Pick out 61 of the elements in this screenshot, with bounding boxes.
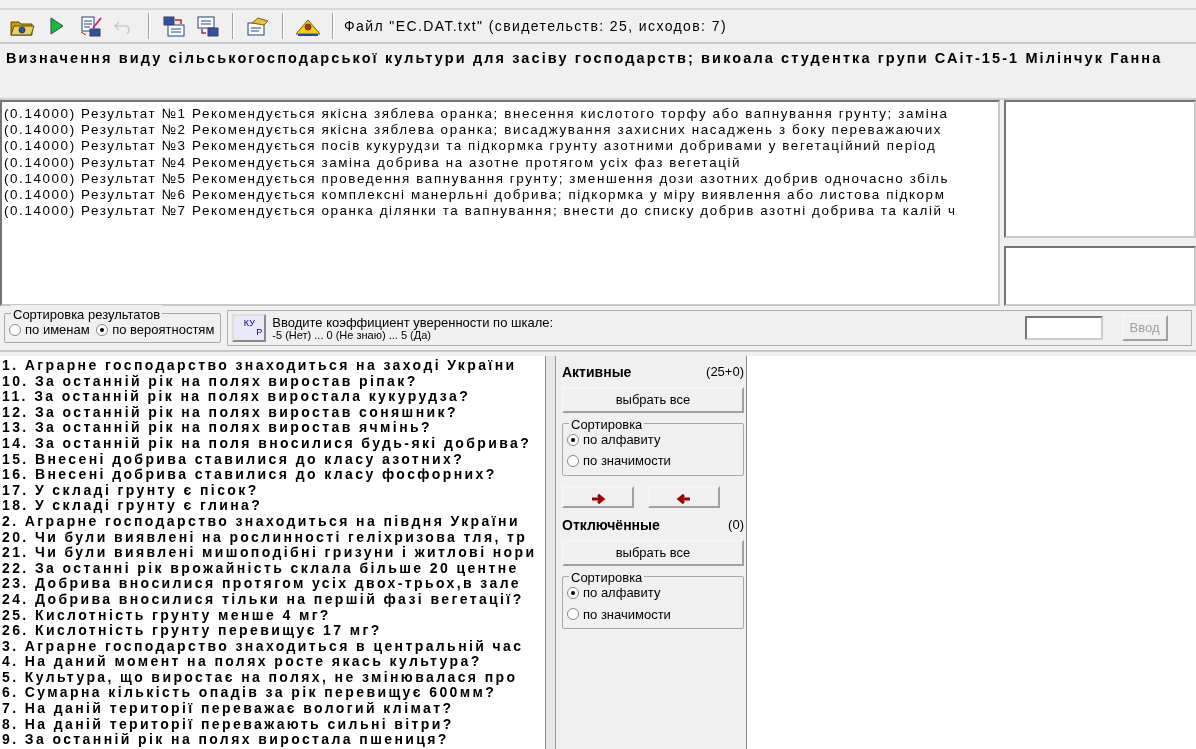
question-item[interactable]: 17. У складі грунту є пісок? [2, 482, 545, 499]
result-item[interactable]: (0.14000) Результат №3 Рекомендується посів кукурудзи та підкормка грунту азотними добривами у вегетаційний період [4, 138, 996, 155]
save-import-icon[interactable] [194, 14, 222, 38]
radio-button[interactable] [567, 587, 579, 599]
group-title: Отключённые [562, 516, 660, 536]
question-item[interactable]: 1. Аграрне господарство знаходиться на заході України [2, 358, 545, 374]
select-all-button[interactable]: выбрать все [562, 387, 744, 413]
count-label: (25+0) [706, 363, 744, 381]
document-title: Визначення виду сільськогосподарської культури для засіву господарств; викоала студентка групи САіт-15-1 Мілінчук Ганна [6, 49, 1164, 68]
select-all-button[interactable]: выбрать все [562, 540, 744, 566]
confidence-input[interactable] [1024, 316, 1103, 340]
question-item[interactable]: 16. Внесені добрива ставилися до класу фосфорних? [2, 467, 545, 483]
questions-list[interactable] [0, 356, 546, 749]
result-item[interactable]: (0.14000) Результат №4 Рекомендується заміна добрива на азотне протягом усіх фаз вегетацій [4, 154, 996, 171]
question-item[interactable]: 20. Чи були виявлені на рослинності геліхризова тля, тр [2, 529, 545, 546]
question-item[interactable]: 18. У складі грунту є глина? [2, 498, 545, 514]
question-item[interactable]: 2. Аграрне господарство знаходиться на півдня України [2, 513, 545, 530]
radio-label: по вероятностям [112, 322, 215, 340]
question-item[interactable]: 6. Сумарна кількість опадів за рік перевищує 600мм? [2, 685, 545, 702]
radio-label: по алфавиту [583, 432, 661, 449]
radio-button[interactable] [96, 324, 109, 336]
result-item[interactable]: (0.14000) Результат №2 Рекомендується якісна зяблева оранка; висаджування захисних насаджень з боку переважаючих [4, 122, 996, 139]
question-item[interactable]: 23. Добрива вносилися протягом усіх двох-трьох,в зале [2, 576, 545, 592]
result-item[interactable]: (0.14000) Результат №1 Рекомендується якісна зяблева оранка; внесення кислотого торфу або вапнування грунту; заміна [4, 106, 996, 123]
radio-label: по алфавиту [583, 585, 661, 603]
question-item[interactable]: 25. Кислотність грунту менше 4 мг? [2, 607, 545, 624]
question-item[interactable]: 14. За останній рік на поля вносилися будь-які добрива? [2, 435, 545, 452]
question-item[interactable]: 4. На даний момент на полях росте якась культура? [2, 654, 545, 670]
radio-label: по значимости [583, 605, 671, 624]
question-item[interactable]: 22. За останні рік врожайність склала більше 20 центне [2, 560, 545, 577]
question-item[interactable]: 13. За останній рік на полях виростав ячмінь? [2, 420, 545, 436]
radio-button[interactable] [567, 455, 579, 467]
radio-button[interactable] [9, 324, 21, 336]
question-item[interactable]: 3. Аграрне господарство знаходиться в центральній час [2, 638, 545, 655]
question-item[interactable]: 21. Чи були виявлені мишоподібні гризуни і житлові нори [2, 545, 545, 561]
count-label: (0) [728, 516, 744, 535]
result-item[interactable]: (0.14000) Результат №7 Рекомендується оранка ділянки та вапнування; внести до списку добрив азотні добрива та калій ч [4, 203, 996, 220]
confidence-scale: -5 (Нет) ... 0 (Не знаю) ... 5 (Да) [272, 328, 431, 341]
radio-label: по значимости [583, 452, 671, 471]
scrollbar[interactable] [546, 356, 556, 749]
radio-label: по именам [25, 322, 90, 340]
file-info-label: Файл "EC.DAT.txt" (свидетельств: 25, исходов: 7) [344, 16, 727, 36]
results-list[interactable] [0, 100, 1000, 306]
question-item[interactable]: 7. На даній території переважає вологий клімат? [2, 701, 545, 717]
question-item[interactable]: 5. Культура, що виростає на полях, не змінювалася про [2, 669, 545, 686]
question-item[interactable]: 11. За останній рік на полях виростала кукурудза? [2, 389, 545, 405]
question-item[interactable]: 8. На даній території переважають сильні вітри? [2, 716, 545, 733]
question-item[interactable]: 15. Внесені добрива ставилися до класу азотних? [2, 451, 545, 468]
confidence-prompt: Вводите коэффициент уверенности по шкале: [272, 315, 554, 329]
question-item[interactable]: 24. Добрива вносилися тільки на першій фазі вегетації? [2, 591, 545, 608]
question-item[interactable]: 10. За останній рік на полях виростав ріпак? [2, 373, 545, 390]
question-item[interactable]: 26. Кислотність грунту перевищує 17 мг? [2, 623, 545, 639]
question-item[interactable]: 9. За останній рік на полях виростала пшениця? [2, 732, 545, 748]
result-item[interactable]: (0.14000) Результат №6 Рекомендується комплексні манерльні добрива; підкормка у міру виявлення або листова підкорм [4, 187, 996, 204]
radio-button[interactable] [567, 608, 579, 621]
question-item[interactable]: 12. За останній рік на полях виростав соняшник? [2, 404, 545, 421]
result-item[interactable]: (0.14000) Результат №5 Рекомендується проведення вапнування грунту; зменшення дози азотних добрив одночасно збіль [4, 170, 996, 187]
confidence-button[interactable]: КУ Р [232, 314, 267, 342]
group-label: Сортировка результатов [11, 305, 163, 325]
save-export-icon[interactable] [160, 14, 188, 38]
group-title: Активные [562, 363, 632, 382]
